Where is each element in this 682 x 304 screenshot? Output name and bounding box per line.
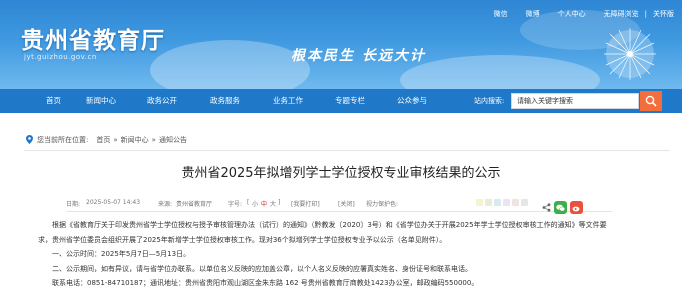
nav-home[interactable]: 首页 [46,89,61,113]
breadcrumb: 您当前所在位置: 首页 » 新闻中心 » 通知公告 [24,129,670,151]
font-size-label: 字号: [228,201,243,208]
location-pin-icon [26,135,33,144]
toplink-wechat[interactable]: 微信 [494,9,508,19]
toplink-separator: | [644,10,647,18]
decor-cloud [400,55,600,89]
font-size-medium[interactable]: 中 [261,199,267,208]
wechat-share-button[interactable] [554,201,567,214]
search-button[interactable] [640,91,662,111]
weibo-icon [572,206,580,211]
font-size-bracket-close: ] [278,199,281,206]
nav-gov-affairs[interactable]: 政务公开 [147,89,177,113]
article-paragraph: 根据《省教育厅关于印发贵州省学士学位授权与授予审核管理办法（试行）的通知》（黔教… [52,221,607,229]
font-size-bracket-open: [ [247,199,250,206]
source-label: 来源: [158,201,173,208]
breadcrumb-home[interactable]: 首页 [96,135,110,145]
font-size-small[interactable]: 小 [252,199,258,208]
breadcrumb-prefix: 您当前所在位置: [37,135,89,144]
eye-color-option[interactable] [512,199,519,206]
print-link[interactable]: [我要打印] [291,199,320,208]
publish-date: 2025-05-07 14:43 [86,199,141,206]
source-value: 贵州省教育厅 [176,201,213,208]
toplink-user-center[interactable]: 个人中心 [558,9,586,19]
breadcrumb-separator: » [151,135,156,144]
article-paragraph: 一、公示时间：2025年5月7日—5月13日。 [52,250,191,258]
close-link[interactable]: [关闭] [338,199,355,208]
nav-gov-services[interactable]: 政务服务 [210,89,240,113]
top-links: 微信 微博 个人中心 无障碍浏览 | 关怀版 [476,9,674,19]
eye-protection-label: 视力保护色: [366,201,399,208]
search-label: 站内搜索: [474,97,505,105]
nav-news[interactable]: 新闻中心 [86,89,116,113]
toplink-accessibility[interactable]: 无障碍浏览 [604,9,639,19]
eye-color-options [476,199,530,206]
article-meta: 日期: 2025-05-07 14:43 来源: 贵州省教育厅 字号: [ 小 … [66,196,612,212]
nav-business[interactable]: 业务工作 [273,89,303,113]
article-paragraph: 联系电话：0851-84710187；通讯地址：贵州省贵阳市观山湖区金朱东路 1… [52,279,479,287]
font-size-large[interactable]: 大 [270,199,276,208]
search-icon [645,95,657,107]
eye-color-option[interactable] [503,199,510,206]
article-paragraph: 二、公示期间，如有异议，请与省学位办联系。以单位名义反映的应加盖公章，以个人名义… [52,264,472,273]
decor-cloud [150,40,310,89]
weibo-share-button[interactable] [570,201,583,214]
share-icon[interactable] [542,203,551,212]
site-domain: jyt.guizhou.gov.cn [24,53,97,61]
share-bar [542,201,583,214]
date-label: 日期: [66,201,81,208]
wechat-icon [556,204,565,211]
breadcrumb-news[interactable]: 新闻中心 [121,135,149,145]
site-header-banner: 微信 微博 个人中心 无障碍浏览 | 关怀版 贵州省教育厅 jyt.guizho… [0,0,682,89]
article-body: 根据《省教育厅关于印发贵州省学士学位授权与授予审核管理办法（试行）的通知》（黔教… [38,218,658,291]
eye-color-option[interactable] [521,199,528,206]
nav-special-topics[interactable]: 专题专栏 [335,89,365,113]
main-nav: 首页 新闻中心 政务公开 政务服务 业务工作 专题专栏 公众参与 站内搜索: 请… [0,89,682,113]
article-title: 贵州省2025年拟增列学士学位授权专业审核结果的公示 [181,166,501,181]
dandelion-icon [604,28,656,80]
eye-color-option[interactable] [494,199,501,206]
site-title[interactable]: 贵州省教育厅 [21,21,165,55]
site-slogan: 根本民生 长远大计 [291,48,426,64]
eye-color-option[interactable] [476,199,483,206]
nav-public-participation[interactable]: 公众参与 [397,89,427,113]
toplink-care-mode[interactable]: 关怀版 [653,9,674,19]
toplink-weibo[interactable]: 微博 [526,9,540,19]
article-paragraph: 求，贵州省学位委员会组织开展了2025年新增学士学位授权审核工作。现对36个拟增… [38,235,447,244]
breadcrumb-notices[interactable]: 通知公告 [159,135,187,145]
breadcrumb-separator: » [113,135,118,144]
eye-color-option[interactable] [485,199,492,206]
search-input[interactable]: 请输入关键字搜索 [511,93,639,109]
